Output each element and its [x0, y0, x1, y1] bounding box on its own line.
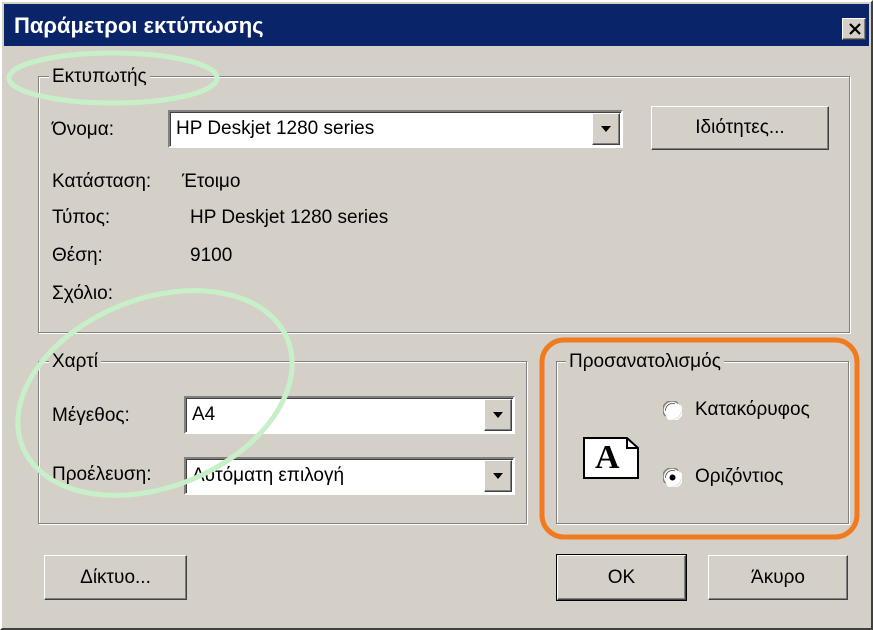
- paper-source-dropdown-button[interactable]: [484, 460, 512, 492]
- chevron-down-icon: [601, 126, 611, 132]
- page-orientation-letter: A: [595, 439, 620, 476]
- ok-button[interactable]: OK: [556, 554, 687, 601]
- paper-group: [38, 361, 527, 524]
- chevron-down-icon: [493, 412, 503, 418]
- window-title: Παράμετροι εκτύπωσης: [14, 13, 264, 38]
- paper-source-value: Αυτόματη επιλογή: [192, 465, 345, 486]
- landscape-radio[interactable]: [663, 468, 682, 487]
- orientation-group-label: Προσανατολισμός: [566, 351, 724, 373]
- type-label: Τύπος:: [52, 207, 111, 228]
- status-value: Έτοιμο: [182, 171, 241, 192]
- comment-label: Σχόλιο:: [52, 283, 113, 304]
- page-orientation-icon: A: [583, 437, 639, 479]
- paper-size-select[interactable]: A4: [184, 396, 515, 434]
- properties-button[interactable]: Ιδιότητες...: [651, 106, 829, 150]
- paper-size-value: A4: [192, 404, 216, 425]
- portrait-radio-label[interactable]: Κατακόρυφος: [695, 399, 810, 421]
- printer-group-label: Εκτυπωτής: [49, 66, 150, 88]
- close-button[interactable]: [842, 18, 866, 40]
- portrait-radio[interactable]: [663, 401, 682, 420]
- where-label: Θέση:: [52, 245, 103, 266]
- printer-name-label: Όνομα:: [52, 119, 114, 140]
- cancel-button[interactable]: Άκυρο: [708, 555, 848, 600]
- close-icon: [849, 23, 861, 35]
- printer-name-dropdown-button[interactable]: [592, 113, 620, 145]
- where-value: 9100: [190, 245, 233, 266]
- printer-name-select[interactable]: HP Deskjet 1280 series: [168, 110, 623, 148]
- paper-source-label: Προέλευση:: [52, 464, 152, 485]
- paper-size-dropdown-button[interactable]: [484, 399, 512, 431]
- chevron-down-icon: [493, 473, 503, 479]
- paper-source-select[interactable]: Αυτόματη επιλογή: [184, 457, 515, 495]
- landscape-radio-label[interactable]: Οριζόντιος: [695, 466, 783, 488]
- status-label: Κατάσταση:: [52, 171, 152, 192]
- type-value: HP Deskjet 1280 series: [190, 207, 389, 228]
- paper-size-label: Μέγεθος:: [52, 405, 130, 426]
- printer-name-value: HP Deskjet 1280 series: [176, 118, 375, 139]
- network-button[interactable]: Δίκτυο...: [44, 555, 187, 600]
- paper-group-label: Χαρτί: [49, 351, 101, 373]
- title-bar[interactable]: Παράμετροι εκτύπωσης: [4, 4, 869, 46]
